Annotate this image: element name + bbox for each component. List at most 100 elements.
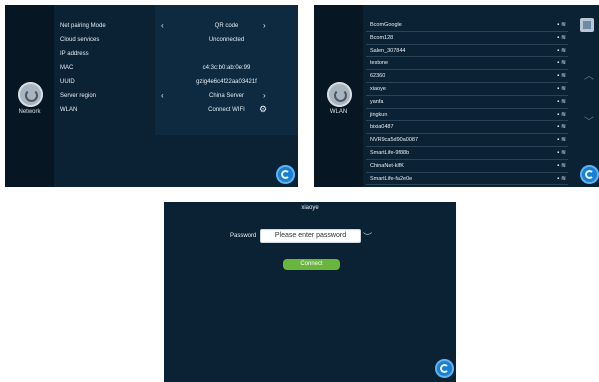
wifi-network-item[interactable]: SmartLife-fa2e0e ▪ ≋ <box>366 173 568 186</box>
setting-row[interactable]: Server region China Server ‹ › <box>54 90 298 102</box>
wifi-signal-icon: ≋ <box>560 73 566 80</box>
left-sidebar-label: Network <box>18 109 41 115</box>
chevron-left-icon[interactable]: ‹ <box>161 91 164 100</box>
wifi-network-list: BcomGoogle ▪ ≋ Bcom128 ▪ ≋ Salen_307844 ▪ ≋ te… <box>366 19 568 187</box>
wifi-status-icons: ▪ ≋ <box>557 162 566 169</box>
password-dialog-panel: xiaoye Password Please enter password ︶ … <box>164 202 456 382</box>
wifi-status-icons: ▪ ≋ <box>557 111 566 118</box>
wifi-network-item[interactable]: Salen_307844 ▪ ≋ <box>366 45 568 58</box>
wifi-status-icons: ▪ ≋ <box>557 123 566 130</box>
wifi-network-item[interactable]: 62360 ▪ ≋ <box>366 70 568 83</box>
setting-value: c4:3c:b0:ab:0e:99 <box>202 65 251 71</box>
setting-value: gzig4e6c4f22aa03421f <box>196 79 257 85</box>
wifi-signal-icon: ≋ <box>560 111 566 118</box>
show-password-icon[interactable]: ︶ <box>363 230 372 243</box>
setting-label: IP address <box>60 51 89 57</box>
setting-row[interactable]: WLAN Connect WIFI ⚙ <box>54 104 298 116</box>
chevron-left-icon[interactable]: ‹ <box>161 21 164 30</box>
wifi-network-name: Salen_307844 <box>370 47 406 54</box>
wifi-network-name: 62360 <box>370 73 386 80</box>
wifi-network-name: Bcom128 <box>370 34 394 41</box>
wifi-network-item[interactable]: ChinaNet-klfK ▪ ≋ <box>366 160 568 173</box>
wifi-status-icons: ▪ ≋ <box>557 98 566 105</box>
chevron-right-icon[interactable]: › <box>263 21 266 30</box>
wifi-signal-icon: ≋ <box>560 162 566 169</box>
wifi-network-name: bixia0487 <box>370 124 394 131</box>
wlan-list-panel: WLAN BcomGoogle ▪ ≋ Bcom128 ▪ ≋ Salen_307844… <box>314 5 599 187</box>
wifi-network-item[interactable]: DIRECT-9E-HP Laser 1136w▪ ≋ <box>366 185 568 187</box>
gear-icon[interactable]: ⚙ <box>259 104 267 115</box>
wifi-status-icons: ▪ ≋ <box>557 149 566 156</box>
wifi-network-item[interactable]: NVR9ca5d90a0087 ▪ ≋ <box>366 134 568 147</box>
setting-value-area: China Server ‹ › <box>155 90 298 102</box>
password-label: Password <box>230 233 257 239</box>
setting-value: QR code <box>214 23 239 29</box>
setting-label: Server region <box>60 93 97 99</box>
wifi-network-item[interactable]: yanfa ▪ ≋ <box>366 96 568 109</box>
setting-label: MAC <box>60 65 74 71</box>
network-settings-panel: Network Net pairing Mode QR code ‹ › Cloud s… <box>5 5 298 187</box>
wifi-status-icons: ▪ ≋ <box>557 175 566 182</box>
wifi-status-icons: ▪ ≋ <box>557 47 566 54</box>
wifi-status-icons: ▪ ≋ <box>557 72 566 79</box>
wifi-signal-icon: ≋ <box>560 47 566 54</box>
setting-value-area <box>155 48 298 60</box>
wifi-signal-icon: ≋ <box>560 22 566 28</box>
setting-value-area: gzig4e6c4f22aa03421f <box>155 76 298 88</box>
wifi-network-item[interactable]: BcomGoogle ▪ ≋ <box>366 19 568 32</box>
setting-value-area: Unconnected <box>155 34 298 46</box>
wifi-network-name: yanfa <box>370 98 384 105</box>
wifi-network-name: xiaoye <box>370 85 386 92</box>
refresh-icon[interactable] <box>435 359 454 378</box>
setting-row: MAC c4:3c:b0:ab:0e:99 <box>54 62 298 74</box>
wifi-settings-icon[interactable] <box>580 18 594 32</box>
wifi-network-name: SmartLife-fa2e0e <box>370 175 413 182</box>
password-input[interactable]: Please enter password <box>260 229 361 243</box>
wifi-status-icons: ▪ ≋ <box>557 34 566 41</box>
wifi-signal-icon: ≋ <box>560 124 566 131</box>
connect-button[interactable]: Connect <box>283 259 340 270</box>
setting-value: Connect WIFI <box>208 107 245 113</box>
wifi-network-item[interactable]: jingkun ▪ ≋ <box>366 109 568 122</box>
wifi-signal-icon: ≋ <box>560 34 566 41</box>
setting-value: China Server <box>208 93 244 99</box>
wifi-signal-icon: ≋ <box>560 85 566 92</box>
wifi-status-icons: ▪ ≋ <box>557 21 566 28</box>
wifi-status-icons: ▪ ≋ <box>557 85 566 92</box>
setting-label: UUID <box>60 79 75 85</box>
network-home-icon[interactable] <box>18 82 43 107</box>
wifi-network-item[interactable]: Bcom128 ▪ ≋ <box>366 32 568 45</box>
setting-row: UUID gzig4e6c4f22aa03421f <box>54 76 298 88</box>
scroll-up-icon[interactable]: ︿ <box>584 67 594 82</box>
wifi-status-icons: ▪ ≋ <box>557 136 566 143</box>
wifi-network-name: NVR9ca5d90a0087 <box>370 137 419 144</box>
setting-value: Unconnected <box>208 37 245 43</box>
refresh-icon[interactable] <box>276 165 295 184</box>
wifi-network-item[interactable]: SmartLife-9f88b ▪ ≋ <box>366 147 568 160</box>
wifi-network-name: jingkun <box>370 111 388 118</box>
setting-value-area: Connect WIFI ⚙ <box>155 104 298 116</box>
setting-row[interactable]: Net pairing Mode QR code ‹ › <box>54 20 298 32</box>
wifi-network-item[interactable]: bixia0487 ▪ ≋ <box>366 121 568 135</box>
wifi-network-item[interactable]: xiaoye ▪ ≋ <box>366 83 568 96</box>
setting-value-area: c4:3c:b0:ab:0e:99 <box>155 62 298 74</box>
refresh-icon[interactable] <box>580 165 599 184</box>
wifi-signal-icon: ≋ <box>560 137 566 144</box>
wlan-home-icon[interactable] <box>327 82 352 107</box>
setting-label: Cloud services <box>60 37 100 43</box>
scroll-down-icon[interactable]: ﹀ <box>584 113 594 128</box>
setting-label: Net pairing Mode <box>60 23 106 29</box>
wifi-status-icons: ▪ ≋ <box>557 59 566 66</box>
wifi-signal-icon: ≋ <box>560 175 566 182</box>
setting-value-area: QR code ‹ › <box>155 20 298 32</box>
setting-label: WLAN <box>60 107 78 113</box>
wifi-network-name: ChinaNet-klfK <box>370 162 404 169</box>
wifi-network-name: testone <box>370 60 389 67</box>
setting-row: IP address <box>54 48 298 60</box>
setting-row: Cloud services Unconnected <box>54 34 298 46</box>
wifi-network-name: BcomGoogle <box>370 22 402 28</box>
wifi-network-item[interactable]: testone ▪ ≋ <box>366 57 568 71</box>
wifi-signal-icon: ≋ <box>560 60 566 67</box>
left-sidebar-label: WLAN <box>329 109 348 115</box>
chevron-right-icon[interactable]: › <box>263 91 266 100</box>
